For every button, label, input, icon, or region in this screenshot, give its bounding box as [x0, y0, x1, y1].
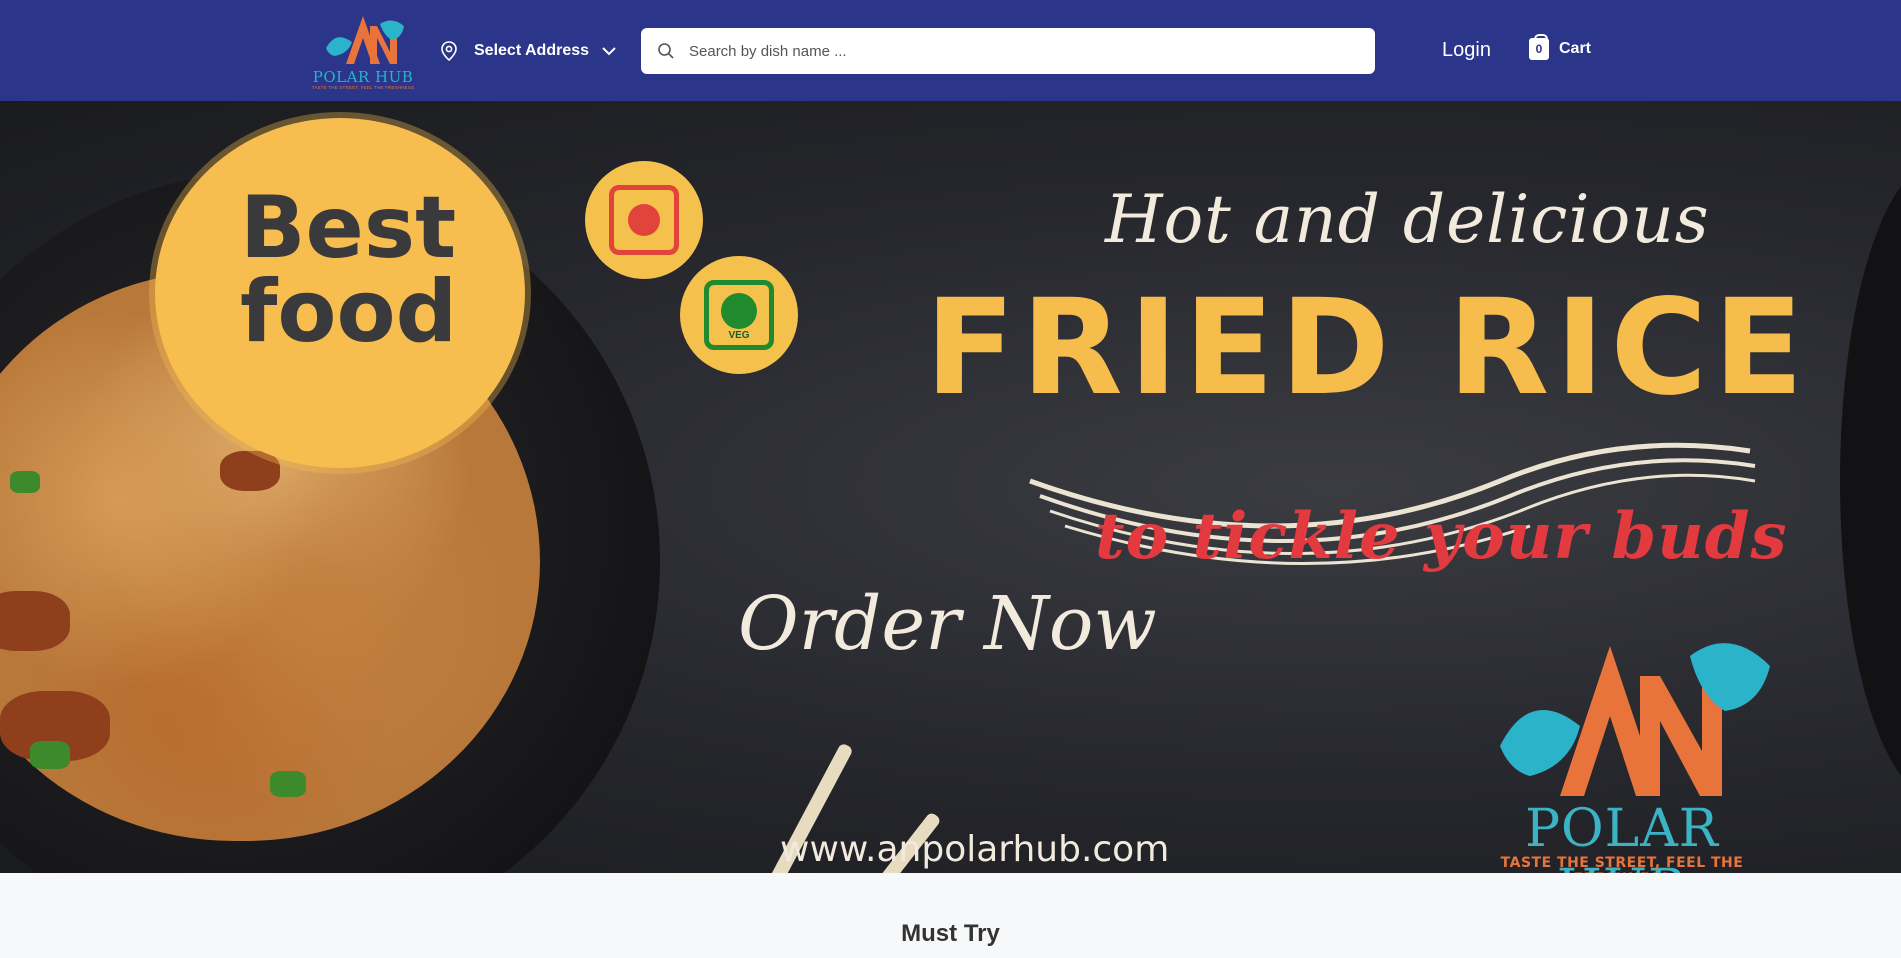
headline-sub: to tickle your buds: [1095, 499, 1788, 574]
must-try-heading: Must Try: [901, 920, 1000, 947]
shopping-bag-icon: 0: [1529, 34, 1549, 60]
location-pin-icon: [441, 41, 457, 61]
food-detail: [30, 741, 70, 769]
headline-top: Hot and delicious: [1105, 181, 1710, 258]
cart-count: 0: [1535, 42, 1543, 56]
non-veg-symbol-icon: [585, 161, 703, 279]
veg-dot: [721, 293, 757, 329]
badge-line-1: Best: [240, 178, 457, 278]
food-detail: [0, 591, 70, 651]
logo-mark-icon: [326, 16, 404, 64]
login-button[interactable]: Login: [1442, 39, 1491, 62]
badge-line-2: food: [240, 262, 458, 362]
headline-main: FRIED RICE: [925, 271, 1810, 425]
select-address-dropdown[interactable]: Select Address: [440, 38, 617, 64]
site-logo[interactable]: POLAR HUB TASTE THE STREET, FEEL THE FRE…: [308, 12, 418, 90]
hero-banner[interactable]: Best food VEG Hot and delicious FRIED RI…: [0, 101, 1901, 873]
food-detail: [10, 471, 40, 493]
chevron-down-icon: [602, 47, 616, 56]
top-navbar: POLAR HUB TASTE THE STREET, FEEL THE FRE…: [0, 0, 1901, 101]
non-veg-dot: [628, 204, 660, 236]
veg-square: VEG: [704, 280, 774, 350]
cart-label: Cart: [1559, 40, 1592, 57]
order-now-cta[interactable]: Order Now: [738, 581, 1157, 667]
logo-tagline: TASTE THE STREET, FEEL THE FRESHNESS: [311, 85, 415, 90]
veg-label: VEG: [728, 330, 750, 341]
plate-edge-image: [1840, 161, 1901, 801]
select-address-label: Select Address: [474, 42, 590, 59]
best-food-text: Best food: [240, 178, 480, 362]
non-veg-square: [609, 185, 679, 255]
food-detail: [220, 451, 280, 491]
search-icon: [658, 43, 674, 59]
food-detail: [270, 771, 306, 797]
search-bar[interactable]: [641, 28, 1375, 74]
veg-symbol-icon: VEG: [680, 256, 798, 374]
website-url: www.anpolarhub.com: [780, 829, 1170, 870]
cart-button[interactable]: 0 Cart: [1529, 34, 1592, 60]
search-input[interactable]: [689, 42, 1349, 60]
logo-text: POLAR HUB: [312, 68, 414, 86]
brand-tagline: TASTE THE STREET, FEEL THE FRESHNESS: [1500, 855, 1744, 873]
